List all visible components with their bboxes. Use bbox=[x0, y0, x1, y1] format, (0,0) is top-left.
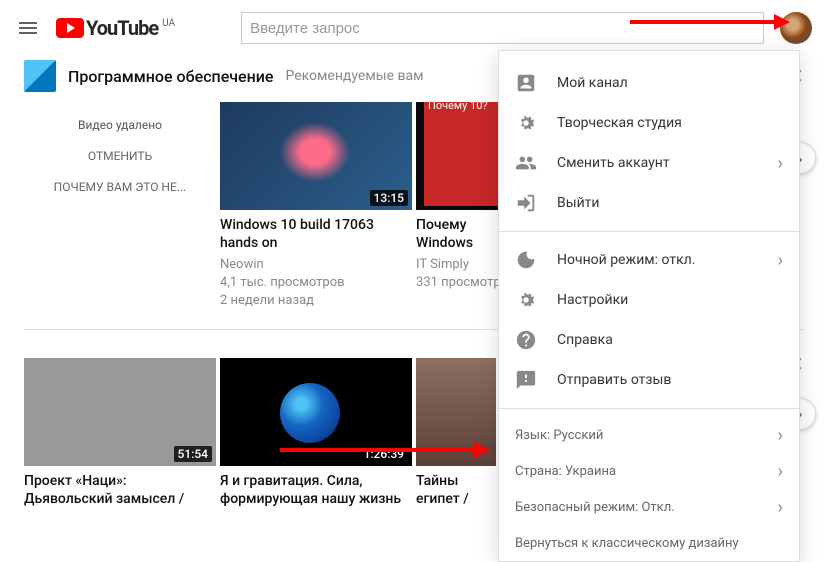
menu-help[interactable]: Справка bbox=[499, 320, 799, 360]
menu-label: Сменить аккаунт bbox=[557, 155, 670, 171]
gear-icon bbox=[515, 289, 537, 311]
video-title[interactable]: Почему Windows имеют такие bbox=[416, 216, 506, 252]
menu-my-channel[interactable]: Мой канал bbox=[499, 63, 799, 103]
recommended-label: Рекомендуемые вам bbox=[285, 68, 423, 84]
video-channel[interactable]: IT Simply bbox=[416, 256, 506, 274]
menu-classic-design[interactable]: Вернуться к классическому дизайну bbox=[499, 525, 799, 561]
why-link[interactable]: ПОЧЕМУ ВАМ ЭТО НЕ... bbox=[54, 180, 187, 194]
undo-button[interactable]: ОТМЕНИТЬ bbox=[88, 149, 152, 163]
video-card[interactable]: 51:54 Проект «Наци»: Дьявольский замысел… bbox=[24, 358, 216, 508]
menu-settings[interactable]: Настройки bbox=[499, 280, 799, 320]
account-dropdown: Мой канал Творческая студия Сменить акка… bbox=[498, 50, 800, 562]
menu-label: Ночной режим: откл. bbox=[557, 252, 695, 268]
video-title[interactable]: Windows 10 build 17063 hands on bbox=[220, 216, 412, 252]
people-icon bbox=[515, 152, 537, 174]
video-card[interactable]: Тайны египет / Lost Secrets bbox=[416, 358, 496, 508]
menu-feedback[interactable]: Отправить отзыв bbox=[499, 360, 799, 400]
menu-label: Вернуться к классическому дизайну bbox=[515, 536, 739, 551]
menu-country[interactable]: Страна: Украина › bbox=[499, 453, 799, 489]
video-card-deleted: Видео удалено ОТМЕНИТЬ ПОЧЕМУ ВАМ ЭТО НЕ… bbox=[24, 102, 216, 311]
video-channel[interactable]: Neowin bbox=[220, 256, 412, 274]
annotation-arrow-avatar bbox=[630, 20, 780, 24]
video-views: 4,1 тыс. просмотров bbox=[220, 274, 412, 292]
menu-label: Безопасный режим: Откл. bbox=[515, 500, 675, 515]
logo-text: YouTube bbox=[86, 16, 158, 40]
youtube-logo[interactable]: YouTube UA bbox=[56, 16, 175, 40]
channel-icon[interactable] bbox=[24, 60, 56, 92]
search-input[interactable] bbox=[241, 12, 764, 44]
menu-button[interactable] bbox=[16, 16, 40, 40]
exit-icon bbox=[515, 192, 537, 214]
feedback-icon bbox=[515, 369, 537, 391]
menu-label: Выйти bbox=[557, 195, 600, 211]
logo-locale: UA bbox=[162, 18, 175, 29]
video-card[interactable]: 13:15 Windows 10 build 17063 hands on Ne… bbox=[220, 102, 412, 311]
menu-creator-studio[interactable]: Творческая студия bbox=[499, 103, 799, 143]
deleted-label: Видео удалено bbox=[78, 118, 162, 132]
moon-icon bbox=[515, 249, 537, 271]
menu-restricted-mode[interactable]: Безопасный режим: Откл. › bbox=[499, 489, 799, 525]
menu-label: Справка bbox=[557, 332, 613, 348]
duration-badge: 13:15 bbox=[370, 190, 408, 206]
video-card[interactable]: Почему 10? Почему Windows имеют такие IT… bbox=[416, 102, 506, 311]
channel-name[interactable]: Программное обеспечение bbox=[68, 67, 273, 86]
video-card[interactable]: 1:26:39 Я и гравитация. Сила, формирующа… bbox=[220, 358, 412, 508]
youtube-play-icon bbox=[56, 18, 84, 38]
menu-separator bbox=[499, 408, 799, 409]
account-box-icon bbox=[515, 72, 537, 94]
menu-label: Страна: Украина bbox=[515, 464, 616, 479]
video-views: 331 просмотр bbox=[416, 274, 506, 292]
menu-label: Мой канал bbox=[557, 75, 628, 91]
video-age: 2 недели назад bbox=[220, 292, 412, 310]
video-title[interactable]: Я и гравитация. Сила, формирующая нашу ж… bbox=[220, 472, 412, 508]
menu-label: Язык: Русский bbox=[515, 428, 603, 443]
help-icon bbox=[515, 329, 537, 351]
menu-label: Творческая студия bbox=[557, 115, 682, 131]
duration-badge: 51:54 bbox=[174, 446, 212, 462]
chevron-right-icon: › bbox=[778, 461, 783, 482]
video-thumbnail[interactable]: Почему 10? bbox=[416, 102, 506, 210]
video-thumbnail[interactable]: 13:15 bbox=[220, 102, 412, 210]
menu-label: Отправить отзыв bbox=[557, 372, 671, 388]
menu-switch-account[interactable]: Сменить аккаунт › bbox=[499, 143, 799, 183]
video-title[interactable]: Тайны египет / Lost Secrets bbox=[416, 472, 496, 508]
chevron-right-icon: › bbox=[778, 250, 783, 271]
thumbnail-overlay: Почему 10? bbox=[424, 102, 506, 206]
menu-separator bbox=[499, 231, 799, 232]
chevron-right-icon: › bbox=[778, 153, 783, 174]
annotation-arrow-restricted bbox=[280, 448, 480, 452]
video-thumbnail[interactable]: 51:54 bbox=[24, 358, 216, 466]
video-title[interactable]: Проект «Наци»: Дьявольский замысел / bbox=[24, 472, 216, 508]
menu-language[interactable]: Язык: Русский › bbox=[499, 417, 799, 453]
chevron-right-icon: › bbox=[778, 497, 783, 518]
gear-icon bbox=[515, 112, 537, 134]
menu-label: Настройки bbox=[557, 292, 628, 308]
menu-dark-mode[interactable]: Ночной режим: откл. › bbox=[499, 240, 799, 280]
menu-sign-out[interactable]: Выйти bbox=[499, 183, 799, 223]
chevron-right-icon: › bbox=[778, 425, 783, 446]
